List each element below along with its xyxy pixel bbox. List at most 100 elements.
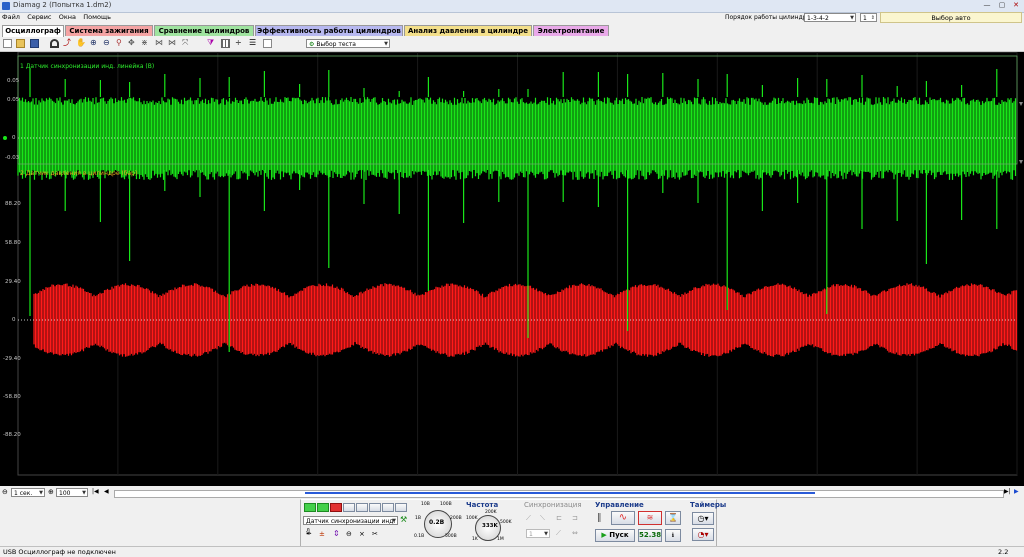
fit-icon[interactable]: ⤧ bbox=[182, 39, 191, 48]
move-icon[interactable]: ✥ bbox=[128, 39, 137, 48]
ch2-tick-6: -58.80 bbox=[3, 394, 21, 400]
window-title: Diamag 2 (Попытка 1.dm2) bbox=[13, 1, 112, 9]
knob1-label-500v: 500В bbox=[445, 534, 457, 539]
test-select[interactable]: ⚙ Выбор теста ▼ bbox=[306, 39, 390, 48]
tab-oscilloscope[interactable]: Осциллограф bbox=[2, 25, 64, 37]
invert-icon[interactable]: ⇕ bbox=[333, 529, 340, 538]
cylinder-order-label: Порядок работы цилиндров bbox=[725, 14, 814, 21]
channel-5-button[interactable] bbox=[356, 503, 368, 512]
cylinder-order-select[interactable]: 1-3-4-2 ▼ bbox=[804, 13, 856, 22]
timebase-select[interactable]: 1 сек. ▼ bbox=[11, 488, 45, 497]
right-marker-bottom bbox=[1019, 160, 1023, 164]
sync-edge-icon[interactable]: ⟋ bbox=[556, 529, 561, 538]
timer-1-button[interactable]: ◷▾ bbox=[692, 512, 714, 525]
channel-2-button[interactable] bbox=[317, 503, 329, 512]
hand-icon[interactable]: ✋ bbox=[76, 39, 86, 48]
menu-windows[interactable]: Окна bbox=[59, 12, 76, 23]
tab-cylinder-compare[interactable]: Сравнение цилиндров bbox=[154, 25, 254, 36]
grid-icon[interactable]: ⋇ bbox=[141, 39, 150, 48]
x-tick-9: 0.900 bbox=[906, 477, 924, 484]
channel-8-button[interactable] bbox=[395, 503, 407, 512]
chevron-down-icon: ▼ bbox=[384, 41, 388, 47]
compress-icon[interactable]: ⋈ bbox=[168, 39, 177, 48]
headphones-icon[interactable] bbox=[50, 39, 59, 48]
save-icon[interactable] bbox=[30, 39, 39, 48]
sync-level-icon[interactable]: ⇔ bbox=[572, 529, 578, 537]
sync-manual-icon[interactable]: ⊏ bbox=[556, 514, 562, 522]
menu-help[interactable]: Помощь bbox=[83, 12, 111, 23]
sensor-select[interactable]: Датчик синхронизации инд. л ▼ bbox=[303, 516, 398, 534]
probe-icon[interactable]: ✒ bbox=[306, 530, 312, 538]
document-icon[interactable] bbox=[263, 39, 272, 48]
freq-label-500k: 500K bbox=[500, 520, 512, 525]
tab-cylinder-efficiency[interactable]: Эффективность работы цилиндров bbox=[255, 25, 403, 36]
layers-icon[interactable]: ☰ bbox=[249, 39, 258, 48]
tab-label: Сравнение цилиндров bbox=[158, 27, 250, 35]
cylinder-number-stepper[interactable]: 1 ⇕ bbox=[860, 13, 877, 22]
channel-4-button[interactable] bbox=[343, 503, 355, 512]
sync-rise-icon[interactable]: ⟋ bbox=[526, 514, 531, 523]
tab-ignition[interactable]: Система зажигания bbox=[65, 25, 153, 36]
channel-7-button[interactable] bbox=[382, 503, 394, 512]
sync-channel-select[interactable]: 1 ▼ bbox=[526, 529, 550, 538]
filter-icon[interactable]: ⧩ bbox=[207, 39, 216, 48]
chevron-down-icon: ▼ bbox=[39, 490, 43, 496]
ac-dc-icon[interactable]: ⊖ bbox=[346, 530, 352, 538]
right-marker-top bbox=[1019, 102, 1023, 106]
split-icon[interactable]: ÷ bbox=[235, 39, 244, 48]
first-page-icon[interactable]: |◀ bbox=[92, 488, 99, 495]
menu-service[interactable]: Сервис bbox=[27, 12, 51, 23]
cursor-icon[interactable]: ⤴ bbox=[63, 39, 72, 48]
knob1-label-100v: 100В bbox=[440, 502, 452, 507]
prev-page-icon[interactable]: ◀ bbox=[104, 488, 109, 495]
table-icon[interactable] bbox=[221, 39, 230, 48]
sensor-settings-icon[interactable]: ⚒ bbox=[400, 515, 407, 524]
sync-auto-icon[interactable]: ⊐ bbox=[572, 514, 578, 522]
play-icon: ▶ bbox=[601, 531, 607, 539]
polarity-icon[interactable]: ± bbox=[319, 530, 325, 538]
timebase-zoom-icon[interactable]: ⊖ bbox=[2, 488, 8, 496]
open-folder-icon[interactable] bbox=[16, 39, 25, 48]
filter-icon[interactable]: ⨯ bbox=[359, 530, 365, 538]
x-tick-6: 0.600 bbox=[608, 477, 626, 484]
ch2-tick-3: 29.40 bbox=[5, 279, 21, 285]
oscilloscope-plot[interactable]: 0.05 0.05 0 -0.03 88.20 58.80 29.40 0 -2… bbox=[0, 52, 1024, 486]
zoom-in-icon[interactable]: ⊕ bbox=[48, 488, 54, 496]
next-page-icon[interactable]: ▶| bbox=[1004, 488, 1011, 495]
maximize-icon[interactable]: ▢ bbox=[995, 1, 1009, 10]
minimize-icon[interactable]: — bbox=[980, 1, 994, 10]
x-tick-5: 0.500 bbox=[509, 477, 527, 484]
channel-6-button[interactable] bbox=[369, 503, 381, 512]
scrollbar-thumb[interactable] bbox=[305, 492, 815, 494]
zoom-value: 100 bbox=[59, 490, 71, 497]
info-button[interactable]: ℹ bbox=[665, 529, 681, 542]
sine-wave-button[interactable]: ∿ bbox=[611, 511, 635, 525]
channel-3-button[interactable] bbox=[330, 503, 342, 512]
auto-select-button[interactable]: Выбор авто bbox=[880, 12, 1022, 23]
play-icon[interactable]: ▶ bbox=[1014, 488, 1019, 495]
sync-fall-icon[interactable]: ⟍ bbox=[540, 514, 545, 523]
multi-wave-button[interactable]: ≋ bbox=[638, 511, 662, 525]
ch2-tick-5: -29.40 bbox=[3, 356, 21, 362]
status-text: USB Осциллограф не подключен bbox=[3, 548, 116, 556]
record-button[interactable]: ⌛ bbox=[665, 511, 681, 525]
zoom-select[interactable]: 100 ▼ bbox=[56, 488, 88, 497]
marker-icon[interactable]: ⚲ bbox=[116, 39, 125, 48]
pause-icon[interactable]: ‖ bbox=[597, 513, 602, 523]
zoom-icon[interactable]: ⊕ bbox=[90, 39, 99, 48]
expand-icon[interactable]: ⋈ bbox=[155, 39, 164, 48]
zoom-out-icon[interactable]: ⊖ bbox=[103, 39, 112, 48]
tab-power-supply[interactable]: Электропитание bbox=[533, 25, 609, 36]
tools-icon[interactable]: ✂ bbox=[372, 530, 378, 538]
start-button[interactable]: ▶ Пуск bbox=[595, 529, 635, 542]
frequency-title: Частота bbox=[466, 501, 499, 509]
voltage-knob-value: 0.2В bbox=[429, 519, 445, 526]
horizontal-scrollbar[interactable] bbox=[114, 490, 1004, 498]
timer-2-button[interactable]: ◔▾ bbox=[692, 528, 714, 541]
menu-file[interactable]: Файл bbox=[2, 12, 20, 23]
tab-pressure-analysis[interactable]: Анализ давления в цилиндре bbox=[404, 25, 532, 36]
plot-canvas bbox=[3, 52, 1023, 476]
new-file-icon[interactable] bbox=[3, 39, 12, 48]
channel-1-button[interactable] bbox=[304, 503, 316, 512]
close-icon[interactable]: ✕ bbox=[1009, 1, 1023, 10]
